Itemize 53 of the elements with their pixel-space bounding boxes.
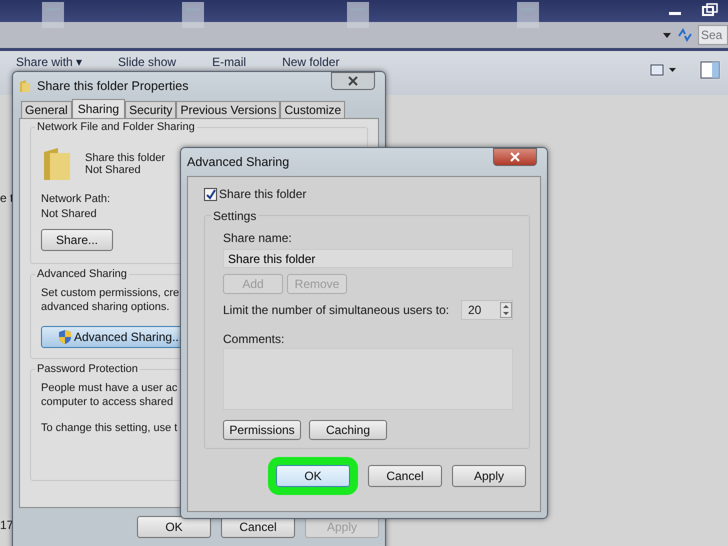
share-name-field[interactable]: Share this folder [223,249,513,268]
folder-icon [41,146,73,182]
file-icon[interactable] [515,0,541,30]
dialog-button[interactable]: Cancel [368,465,442,487]
toolbar-button[interactable]: Slide show [118,55,176,69]
dropdown-arrow-icon[interactable] [662,31,672,39]
dialog-button[interactable]: Permissions [223,420,301,440]
toolbar-button[interactable]: E-mail [212,55,246,69]
close-button[interactable] [331,72,375,90]
window-title: Share this folder Properties [37,79,188,93]
close-icon [347,76,359,86]
toolbar-button[interactable]: Share with ▾ [16,55,82,69]
preview-pane-icon[interactable] [700,61,720,79]
window-title: Advanced Sharing [187,155,290,169]
view-options-icon[interactable] [650,63,678,77]
tab[interactable]: Security [125,101,176,118]
share-status: Not Shared [85,164,142,176]
share-button[interactable]: Share... [41,229,113,251]
field-label: Limit the number of simultaneous users to: [223,303,450,317]
tab[interactable]: Sharing [72,99,126,118]
description-text: People must have a user ac [41,381,178,395]
close-icon [509,152,521,162]
description-text: To change this setting, use t [41,421,178,435]
file-icon[interactable] [180,0,206,30]
toolbar-button[interactable]: New folder [282,55,340,69]
tab[interactable]: Previous Versions [176,101,280,118]
close-button[interactable] [493,148,537,166]
group-title: Password Protection [35,363,140,375]
group-title: Advanced Sharing [35,268,129,280]
shield-icon [58,329,72,345]
tab[interactable]: General [21,101,72,118]
group-title: Settings [211,209,258,223]
file-icon[interactable] [40,0,66,30]
group-title: Network File and Folder Sharing [35,121,197,133]
dialog-button[interactable]: Apply [452,465,526,487]
field-label: Share name: [223,231,292,245]
item-label: 17 [0,518,14,532]
description-text: computer to access shared [41,395,174,409]
checkbox[interactable] [204,188,217,200]
search-field[interactable]: Sea [698,25,728,45]
user-limit-spinner[interactable]: 20 [461,300,513,320]
field-label: Comments: [223,332,284,346]
file-icon[interactable] [345,0,371,30]
description-text: advanced sharing options. [41,300,170,314]
tab[interactable]: Customize [280,101,346,118]
description-text: Set custom permissions, cre [41,286,180,300]
checkbox-label: Share this folder [219,187,306,201]
dialog-button[interactable]: Caching [309,420,387,440]
folder-icon [19,79,31,93]
path-value: Not Shared [41,208,97,220]
dialog-button[interactable]: OK [137,516,211,538]
folder-name: Share this folder [85,152,166,164]
path-label: Network Path: [41,193,110,205]
